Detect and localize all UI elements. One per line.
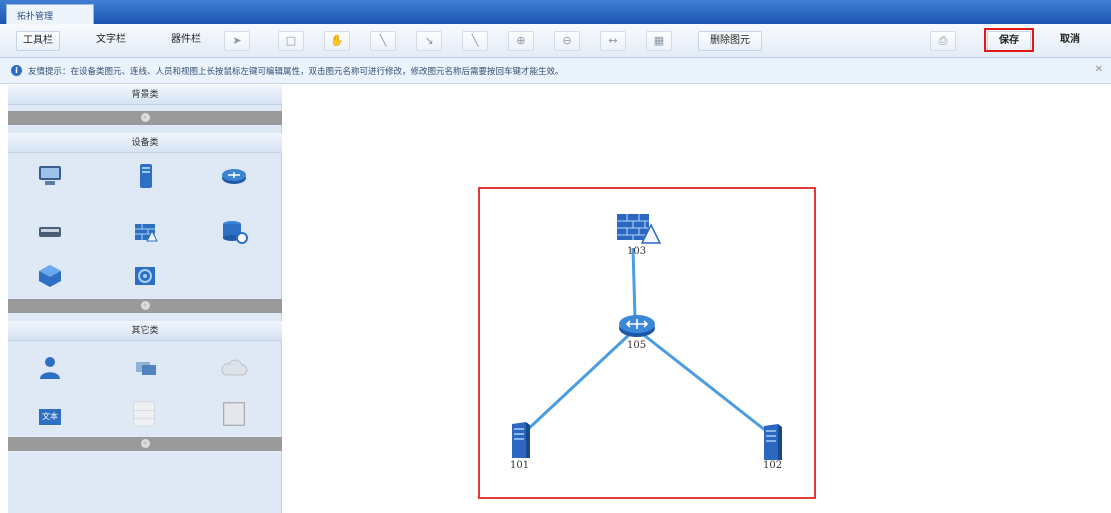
firewall-node-103[interactable]: [613, 210, 667, 246]
server-node-101[interactable]: [507, 420, 533, 460]
node-label-103[interactable]: 103: [627, 246, 646, 257]
link-105-101[interactable]: [523, 330, 634, 434]
link-103-105[interactable]: [631, 247, 637, 319]
server-node-102[interactable]: [759, 422, 785, 462]
link-105-102[interactable]: [639, 330, 771, 436]
node-label-102[interactable]: 102: [763, 460, 782, 471]
node-label-101[interactable]: 101: [510, 460, 529, 471]
router-node-105[interactable]: [617, 312, 657, 340]
node-label-105[interactable]: 105: [627, 340, 646, 351]
topology-links: [523, 247, 771, 436]
